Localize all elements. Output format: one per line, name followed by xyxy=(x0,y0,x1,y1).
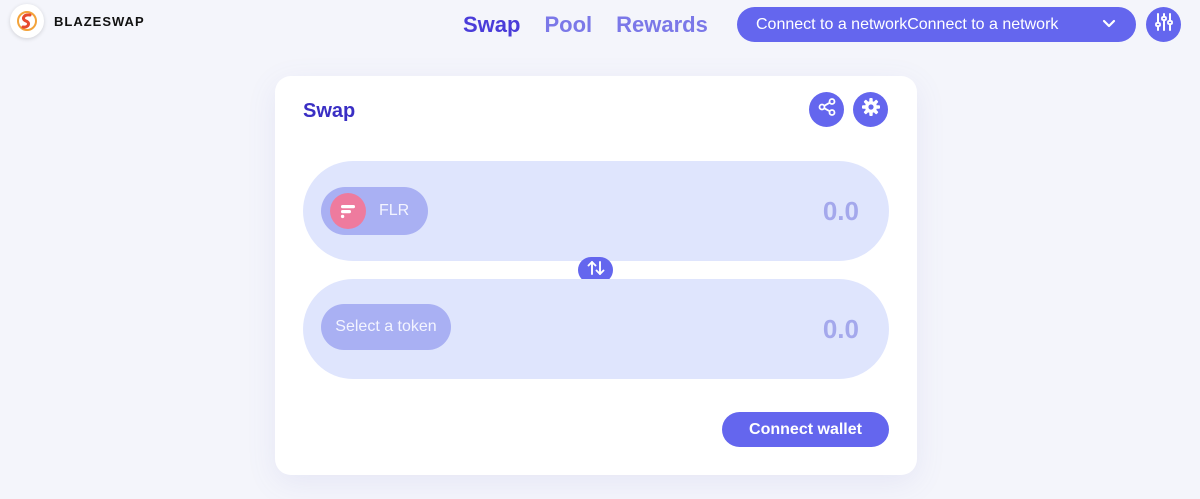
from-token-selector[interactable]: FLR xyxy=(321,187,428,235)
nav-swap-link[interactable]: Swap xyxy=(463,10,520,40)
from-token-label: FLR xyxy=(379,202,410,219)
swap-arrows-icon xyxy=(586,260,606,281)
share-button[interactable] xyxy=(809,92,844,127)
chevron-down-icon xyxy=(1102,16,1116,35)
nav-pool-link[interactable]: Pool xyxy=(544,10,592,40)
from-token-row: FLR xyxy=(303,161,889,261)
select-token-button[interactable]: Select a token xyxy=(321,304,451,350)
nav-rewards-link[interactable]: Rewards xyxy=(616,10,708,40)
brand-logo[interactable]: BLAZESWAP xyxy=(10,4,145,38)
select-token-label: Select a token xyxy=(335,318,437,335)
connect-network-label: Connect to a networkConnect to a network xyxy=(756,15,1059,33)
from-amount-input[interactable] xyxy=(659,193,859,229)
connect-network-button[interactable]: Connect to a networkConnect to a network xyxy=(737,7,1136,42)
swap-card: Swap FLR 0.0 Select a token 0.0 Connect … xyxy=(275,76,917,475)
share-icon xyxy=(817,97,837,122)
brand-name: BLAZESWAP xyxy=(54,13,145,29)
settings-button[interactable] xyxy=(853,92,888,127)
to-token-row: Select a token xyxy=(303,279,889,379)
connect-wallet-button[interactable]: Connect wallet xyxy=(722,412,889,447)
blazeswap-logo-icon xyxy=(10,4,44,38)
gear-icon xyxy=(861,97,881,122)
flare-icon xyxy=(330,193,366,229)
sliders-settings-button[interactable] xyxy=(1146,7,1181,42)
sliders-icon xyxy=(1154,12,1174,37)
to-amount-input[interactable] xyxy=(659,311,859,347)
card-title: Swap xyxy=(303,100,356,122)
main-nav: Swap Pool Rewards xyxy=(463,10,708,40)
